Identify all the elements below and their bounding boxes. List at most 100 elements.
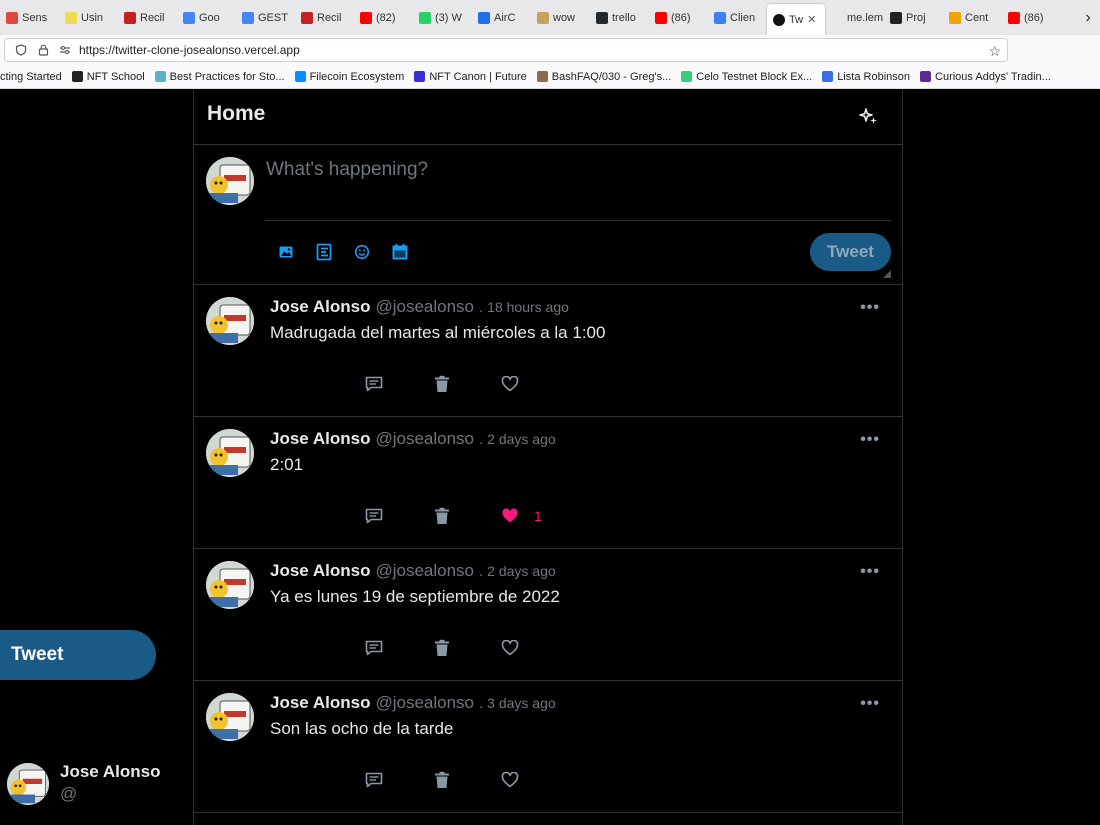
tab-label: Proj: [906, 11, 926, 24]
heart-icon[interactable]: [500, 770, 520, 790]
avatar[interactable]: [206, 561, 254, 609]
post-actions: [364, 374, 534, 394]
like-count: 1: [534, 508, 542, 524]
tab-label: (3) W: [435, 11, 462, 24]
bookmark-item[interactable]: Best Practices for Sto...: [154, 70, 285, 83]
sparkle-icon[interactable]: [858, 106, 880, 128]
close-tab-icon[interactable]: ✕: [807, 13, 816, 26]
post-separator: .: [479, 299, 484, 316]
more-icon[interactable]: •••: [860, 563, 880, 581]
poll-icon[interactable]: [314, 242, 334, 262]
trash-icon[interactable]: [432, 374, 452, 394]
post-author-handle[interactable]: @josealonso: [375, 693, 474, 713]
trash-icon[interactable]: [432, 770, 452, 790]
bookmark-item[interactable]: Celo Testnet Block Ex...: [681, 71, 812, 83]
browser-tab[interactable]: GEST: [236, 0, 295, 35]
trash-icon[interactable]: [432, 638, 452, 658]
tweet-post[interactable]: Jose Alonso @josealonso . 18 hours ago M…: [194, 285, 902, 417]
url-text[interactable]: https://twitter-clone-josealonso.vercel.…: [79, 43, 300, 57]
post-header: Jose Alonso @josealonso . 2 days ago: [270, 561, 556, 581]
more-icon[interactable]: •••: [860, 299, 880, 317]
browser-tab[interactable]: Cent: [943, 0, 1002, 35]
bookmark-favicon-icon: [920, 71, 932, 82]
tweet-submit-button[interactable]: Tweet: [810, 233, 891, 271]
bookmark-item[interactable]: Curious Addys' Tradin...: [920, 71, 1051, 83]
bookmark-star-icon[interactable]: ☆: [988, 43, 1001, 60]
browser-tab[interactable]: Clien: [708, 0, 767, 35]
heart-icon[interactable]: [500, 374, 520, 394]
browser-tab[interactable]: Recil: [295, 0, 354, 35]
more-icon[interactable]: •••: [860, 431, 880, 449]
post-author-name[interactable]: Jose Alonso: [270, 297, 370, 317]
post-author-handle[interactable]: @josealonso: [375, 561, 474, 581]
compose-tools: [276, 242, 410, 262]
bookmark-item[interactable]: NFT Canon | Future: [414, 71, 527, 83]
bookmark-item[interactable]: BashFAQ/030 - Greg's...: [536, 71, 671, 83]
tweet-post[interactable]: Jose Alonso @josealonso . 2 days ago 2:0…: [194, 417, 902, 549]
tab-overflow-chevron-icon[interactable]: ›: [1076, 0, 1100, 35]
bookmark-item[interactable]: Filecoin Ecosystem: [294, 71, 404, 83]
post-author-name[interactable]: Jose Alonso: [270, 693, 370, 713]
avatar[interactable]: [7, 763, 49, 805]
comment-icon[interactable]: [364, 506, 384, 526]
permissions-icon[interactable]: [59, 44, 71, 56]
tab-label: me.lem: [847, 11, 884, 24]
browser-tab[interactable]: AirC: [472, 0, 531, 35]
trash-icon[interactable]: [432, 506, 452, 526]
browser-tab[interactable]: (86): [649, 0, 708, 35]
tab-label: (86): [1024, 11, 1044, 24]
browser-tab[interactable]: Sens: [0, 0, 59, 35]
browser-tab[interactable]: (3) W: [413, 0, 472, 35]
tweet-post[interactable]: Jose Alonso @josealonso . 3 days ago Son…: [194, 681, 902, 813]
sidebar-tweet-button[interactable]: Tweet: [0, 630, 156, 680]
avatar[interactable]: [206, 297, 254, 345]
avatar[interactable]: [206, 429, 254, 477]
post-header: Jose Alonso @josealonso . 2 days ago: [270, 429, 556, 449]
post-author-handle[interactable]: @josealonso: [375, 297, 474, 317]
schedule-icon[interactable]: [390, 242, 410, 262]
image-icon[interactable]: [276, 242, 296, 262]
tweet-post[interactable]: Jose Alonso @josealonso . 2 days ago Ya …: [194, 549, 902, 681]
compose-input[interactable]: [265, 153, 891, 221]
avatar[interactable]: [206, 157, 254, 205]
lock-icon[interactable]: [37, 44, 49, 56]
browser-tab[interactable]: Recil: [118, 0, 177, 35]
address-bar[interactable]: https://twitter-clone-josealonso.vercel.…: [4, 38, 1008, 62]
bookmark-item[interactable]: Lista Robinson: [822, 71, 910, 83]
tab-favicon-icon: [360, 11, 372, 24]
browser-tab[interactable]: (82): [354, 0, 413, 35]
post-author-handle[interactable]: @josealonso: [375, 429, 474, 449]
post-actions: [364, 638, 534, 658]
tab-label: Goo: [199, 11, 220, 24]
browser-tab[interactable]: Tw ✕: [767, 4, 825, 35]
post-author-name[interactable]: Jose Alonso: [270, 429, 370, 449]
sidebar-user-card[interactable]: Jose Alonso @: [0, 755, 190, 815]
bookmark-label: Best Practices for Sto...: [169, 70, 285, 83]
bookmark-item[interactable]: NFT School: [71, 71, 145, 83]
browser-tab[interactable]: Proj: [884, 0, 943, 35]
browser-tab[interactable]: Usin: [59, 0, 118, 35]
bookmark-favicon-icon: [536, 71, 548, 82]
browser-tab[interactable]: me.lem: [825, 0, 884, 35]
comment-icon[interactable]: [364, 638, 384, 658]
tab-label: Recil: [140, 11, 165, 24]
tab-label: GEST: [258, 11, 288, 24]
tab-favicon-icon: [890, 11, 902, 24]
comment-icon[interactable]: [364, 374, 384, 394]
heart-icon[interactable]: [500, 638, 520, 658]
heart-icon[interactable]: [500, 506, 520, 526]
post-author-name[interactable]: Jose Alonso: [270, 561, 370, 581]
shield-icon[interactable]: [15, 44, 27, 56]
browser-tab[interactable]: trello: [590, 0, 649, 35]
post-timestamp: 2 days ago: [487, 563, 556, 579]
browser-tab[interactable]: (86): [1002, 0, 1061, 35]
more-icon[interactable]: •••: [860, 695, 880, 713]
browser-tab[interactable]: wow: [531, 0, 590, 35]
resize-grip-icon[interactable]: [883, 265, 891, 283]
tab-favicon-icon: [831, 11, 843, 24]
avatar[interactable]: [206, 693, 254, 741]
emoji-icon[interactable]: [352, 242, 372, 262]
bookmark-item[interactable]: cting Started: [0, 71, 62, 83]
comment-icon[interactable]: [364, 770, 384, 790]
browser-tab[interactable]: Goo: [177, 0, 236, 35]
